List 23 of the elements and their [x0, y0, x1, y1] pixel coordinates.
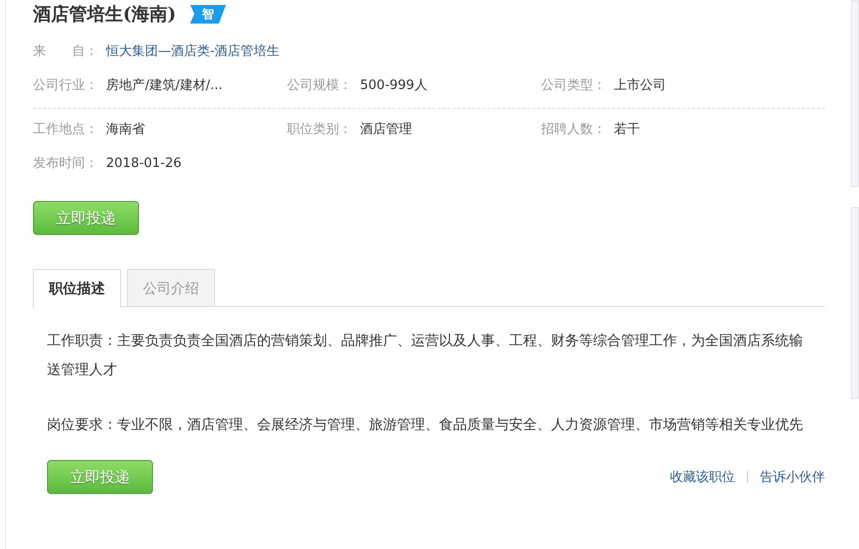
field-label: 招聘人数：	[541, 121, 607, 138]
field-label: 工作地点：	[33, 121, 99, 138]
field-value: 若干	[614, 121, 640, 138]
job-title: 酒店管培生(海南)	[33, 3, 176, 26]
tab[interactable]: 职位描述	[33, 269, 121, 308]
field-value: 500-999人	[360, 77, 428, 94]
field-value: 房地产/建筑/建材/...	[106, 77, 223, 94]
field-label: 公司规模：	[287, 77, 353, 94]
smart-badge: 智	[190, 4, 226, 24]
share-link[interactable]: 告诉小伙伴	[760, 468, 825, 486]
field-value: 酒店管理	[360, 121, 412, 138]
field-value: 2018-01-26	[106, 156, 182, 170]
description-paragraph: 岗位要求：专业不限，酒店管理、会展经济与管理、旅游管理、食品质量与安全、人力资源管理、市场营销等相关专业优先	[47, 416, 804, 435]
field-label: 来 自：	[33, 43, 99, 60]
field-label: 公司类型：	[541, 77, 607, 94]
field-value: 海南省	[106, 121, 145, 138]
field-label: 职位类别：	[287, 121, 353, 138]
field-label: 发布时间：	[33, 155, 99, 172]
source-link[interactable]: 恒大集团—酒店类-酒店管培生	[106, 42, 280, 60]
field-label: 公司行业：	[33, 77, 99, 94]
field-value: 上市公司	[614, 77, 666, 94]
description-paragraph: 工作职责：主要负责负责全国酒店的营销策划、品牌推广、运营以及人事、工程、财务等综合管理工作，为全国酒店系统输送管理人才	[47, 332, 804, 380]
share-link[interactable]: 收藏该职位	[670, 468, 735, 486]
